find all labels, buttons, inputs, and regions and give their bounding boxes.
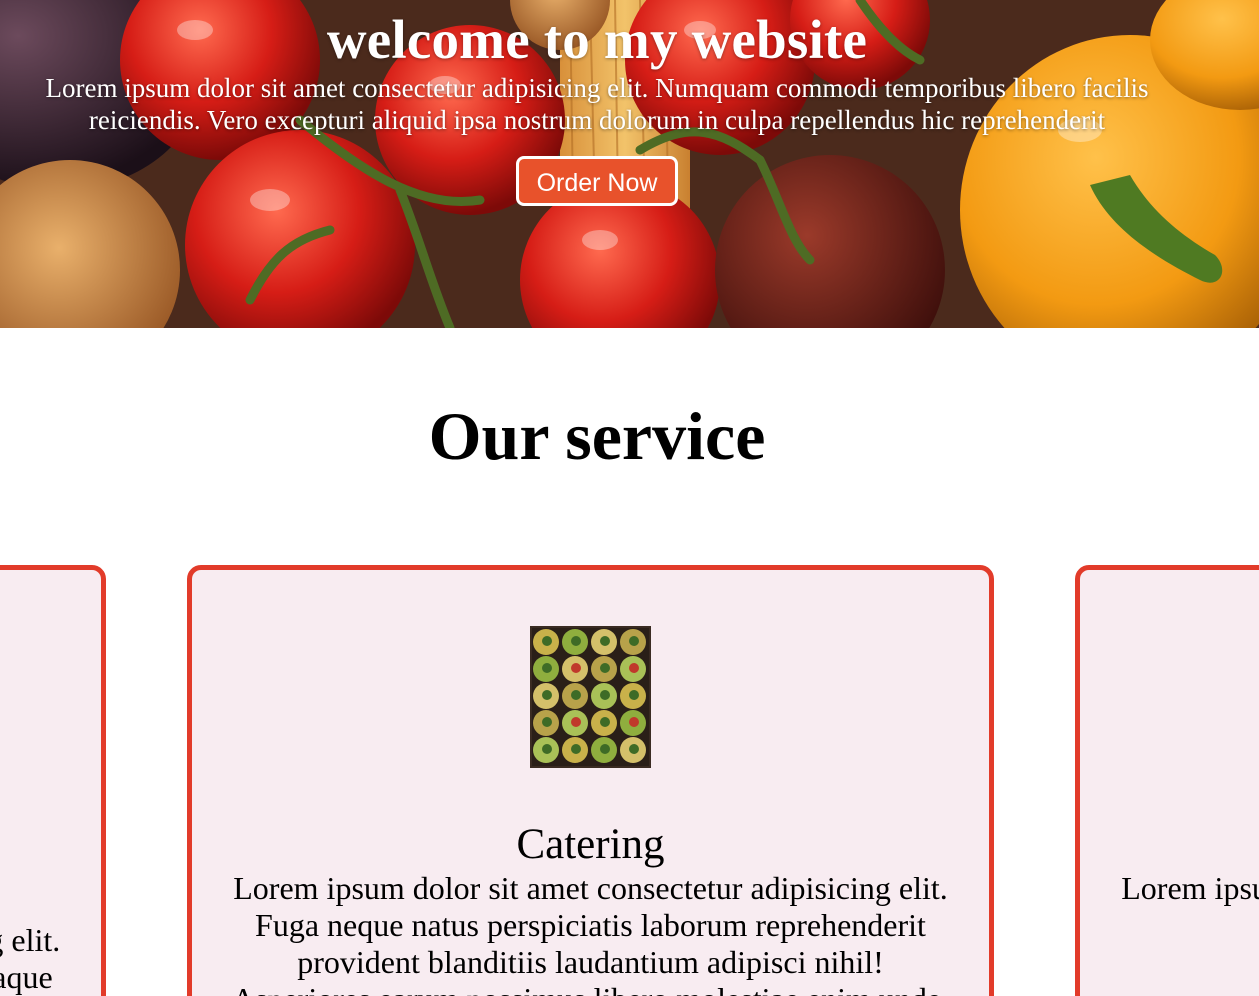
hero-title: welcome to my website: [326, 9, 868, 70]
page: welcome to my website Lorem ipsum dolor …: [0, 0, 1259, 996]
service-card-text: Lorem ipsum dolor sit amet consectetur a…: [1121, 870, 1259, 906]
order-now-button[interactable]: Order Now: [515, 156, 679, 206]
service-card-catering: Catering Lorem ipsum dolor sit amet cons…: [187, 565, 994, 996]
service-section-title: Our service: [428, 398, 766, 474]
service-card-text: Lorem ipsum dolor sit amet consectetur a…: [0, 922, 61, 995]
hero-description: Lorem ipsum dolor sit amet consectetur a…: [45, 73, 1149, 135]
service-card: Lorem ipsum dolor sit amet consectetur a…: [0, 565, 106, 996]
hero-content: welcome to my website Lorem ipsum dolor …: [0, 0, 1194, 206]
hero-banner: welcome to my website Lorem ipsum dolor …: [0, 0, 1259, 328]
catering-wraps-image: [529, 626, 651, 768]
service-card-title: Catering: [516, 821, 665, 868]
service-card-text: Lorem ipsum dolor sit amet consectetur a…: [232, 870, 949, 996]
service-card: Lorem ipsum dolor sit amet consectetur a…: [1075, 565, 1259, 996]
